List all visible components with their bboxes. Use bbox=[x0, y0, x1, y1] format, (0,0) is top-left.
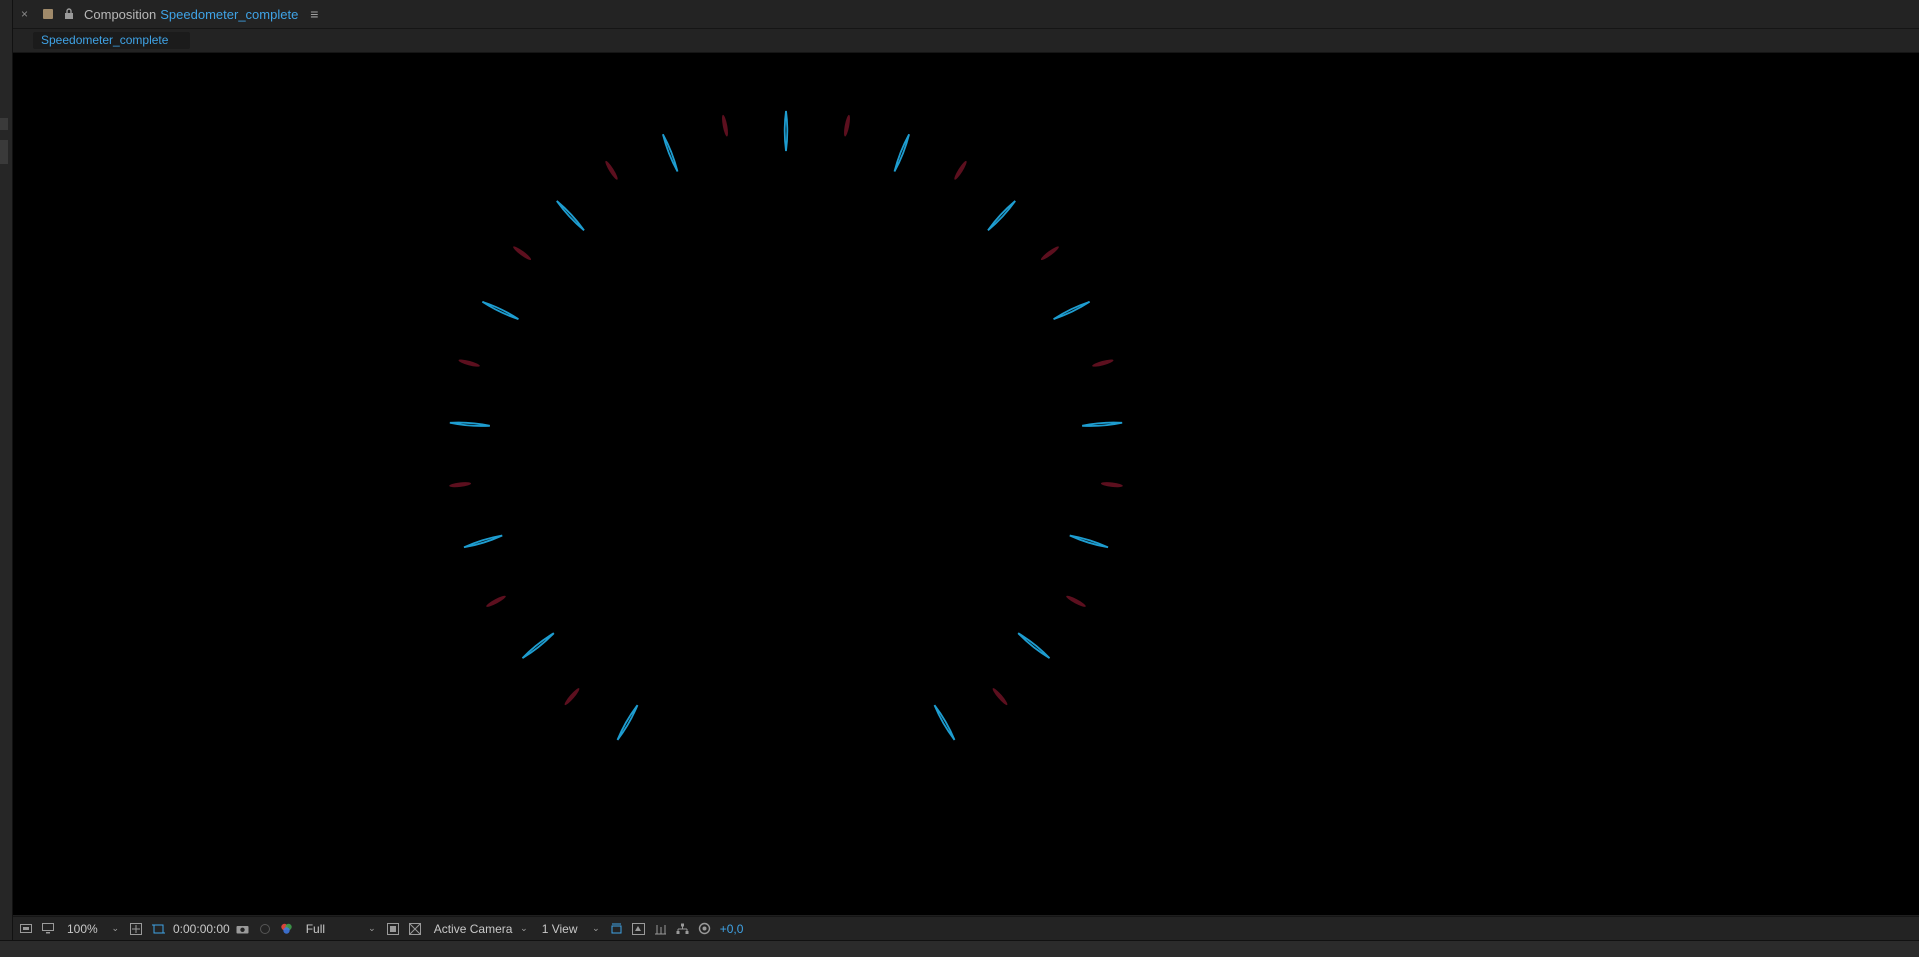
chevron-down-icon: ⌄ bbox=[368, 923, 376, 933]
camera-view-value: Active Camera bbox=[433, 921, 513, 936]
left-panel-edge bbox=[0, 0, 13, 956]
resolution-value: Full bbox=[305, 921, 326, 936]
speedometer-dial bbox=[449, 110, 1123, 741]
major-tick-mark bbox=[1017, 632, 1051, 659]
major-tick-mark bbox=[449, 421, 490, 427]
view-layout-value: 1 View bbox=[541, 921, 578, 936]
minor-tick-mark bbox=[1100, 482, 1123, 488]
composition-viewer[interactable] bbox=[13, 53, 1919, 915]
major-tick-mark bbox=[893, 133, 910, 172]
reset-exposure-icon[interactable] bbox=[696, 920, 714, 938]
region-of-interest-icon[interactable] bbox=[149, 920, 167, 938]
close-panel-button[interactable]: × bbox=[21, 7, 35, 21]
major-tick-mark bbox=[616, 704, 639, 741]
minor-tick-mark bbox=[605, 160, 618, 180]
major-tick-mark bbox=[463, 534, 503, 549]
always-preview-icon[interactable] bbox=[17, 920, 35, 938]
exposure-value[interactable]: +0,0 bbox=[720, 922, 744, 936]
transparency-grid-icon[interactable] bbox=[406, 920, 424, 938]
minor-tick-mark bbox=[722, 114, 728, 137]
major-tick-mark bbox=[1053, 300, 1091, 320]
flowchart-icon[interactable] bbox=[674, 920, 692, 938]
major-tick-mark bbox=[987, 200, 1016, 231]
major-tick-mark bbox=[1069, 534, 1109, 549]
chevron-down-icon: ⌄ bbox=[520, 923, 528, 933]
minor-tick-mark bbox=[1040, 246, 1059, 260]
timeline-icon[interactable] bbox=[652, 920, 670, 938]
zoom-select[interactable]: 100% ⌄ bbox=[63, 920, 123, 938]
major-tick-mark bbox=[783, 110, 789, 152]
tab-speedometer-complete[interactable]: Speedometer_complete bbox=[33, 32, 191, 49]
show-snapshot-icon[interactable] bbox=[256, 920, 274, 938]
major-tick-mark bbox=[933, 704, 956, 741]
panel-edge-handle[interactable] bbox=[0, 140, 8, 164]
minor-tick-mark bbox=[1092, 359, 1114, 367]
bottom-panel-edge bbox=[0, 940, 1919, 957]
draft-3d-icon[interactable] bbox=[630, 920, 648, 938]
chevron-down-icon: ⌄ bbox=[592, 923, 600, 933]
viewer-footer-toolbar: 100% ⌄ 0:00:00:00 Full ⌄ Active Camera ⌄… bbox=[13, 916, 1919, 940]
channel-icon[interactable] bbox=[278, 920, 296, 938]
panel-title: Composition bbox=[84, 6, 157, 22]
major-tick-mark bbox=[481, 300, 519, 320]
minor-tick-mark bbox=[844, 114, 850, 137]
fast-previews-icon[interactable] bbox=[384, 920, 402, 938]
camera-icon[interactable] bbox=[234, 920, 252, 938]
minor-tick-mark bbox=[458, 359, 480, 367]
major-tick-mark bbox=[1082, 421, 1123, 427]
major-tick-mark bbox=[556, 200, 585, 231]
composition-name: Speedometer_complete bbox=[160, 6, 299, 22]
minor-tick-mark bbox=[564, 688, 580, 706]
resolution-select[interactable]: Full ⌄ bbox=[302, 920, 380, 938]
panel-menu-icon[interactable]: ≡ bbox=[310, 6, 318, 22]
minor-tick-mark bbox=[449, 482, 472, 488]
minor-tick-mark bbox=[513, 246, 532, 260]
zoom-value: 100% bbox=[67, 921, 98, 936]
toggle-pixel-aspect-icon[interactable] bbox=[608, 920, 626, 938]
minor-tick-mark bbox=[1066, 595, 1086, 607]
composition-tab-bar: Speedometer_complete bbox=[13, 29, 1919, 53]
composition-panel-header: × Composition Speedometer_complete ≡ bbox=[13, 0, 1919, 29]
monitor-icon[interactable] bbox=[39, 920, 57, 938]
minor-tick-mark bbox=[486, 595, 506, 607]
major-tick-mark bbox=[521, 632, 555, 659]
major-tick-mark bbox=[662, 133, 679, 172]
lock-icon[interactable] bbox=[62, 7, 76, 21]
view-layout-select[interactable]: 1 View ⌄ bbox=[538, 920, 604, 938]
chevron-down-icon: ⌄ bbox=[111, 923, 119, 933]
panel-edge-handle[interactable] bbox=[0, 118, 8, 130]
fit-icon[interactable] bbox=[127, 920, 145, 938]
camera-view-select[interactable]: Active Camera ⌄ bbox=[430, 920, 532, 938]
composition-icon bbox=[43, 9, 53, 19]
current-time[interactable]: 0:00:00:00 bbox=[173, 922, 230, 936]
minor-tick-mark bbox=[992, 688, 1008, 706]
minor-tick-mark bbox=[954, 160, 967, 180]
